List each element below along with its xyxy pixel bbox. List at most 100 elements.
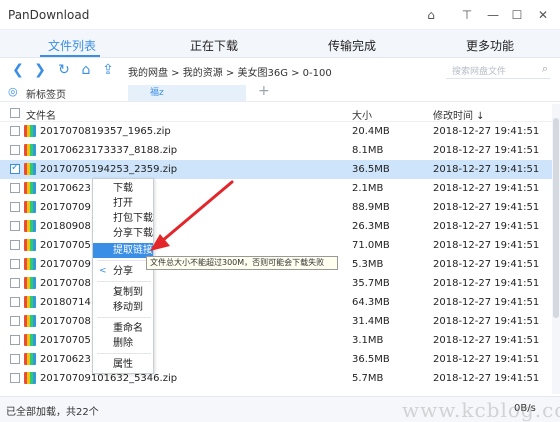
menu-item-move-to[interactable]: 移动到 (93, 300, 153, 315)
file-date: 2018-12-27 19:41:51 (433, 145, 540, 156)
menu-item-open[interactable]: 打开 (93, 196, 153, 211)
home-icon[interactable]: ⌂ (78, 62, 94, 78)
row-checkbox[interactable] (10, 162, 20, 174)
table-row[interactable]: 2017070819 31.4MB 2018-12-27 19:41:51 (0, 312, 552, 331)
table-row[interactable]: 2018071418 64.3MB 2018-12-27 19:41:51 (0, 293, 552, 312)
file-date: 2018-12-27 19:41:51 (433, 126, 540, 137)
zip-file-icon (24, 125, 36, 137)
zip-file-icon (24, 334, 36, 346)
upload-icon[interactable]: ⇪ (100, 62, 116, 78)
column-date[interactable]: 修改时间 ↓ (433, 107, 485, 122)
current-tab-label: 福z (150, 88, 164, 98)
file-size: 8.1MB (352, 145, 384, 156)
new-tab-label[interactable]: 新标签页 (26, 86, 66, 101)
menu-item-share[interactable]: 分享 (93, 264, 153, 279)
menu-item-rename[interactable]: 重命名 (93, 321, 153, 336)
zip-file-icon (24, 372, 36, 384)
table-row[interactable]: 20170623173337_8188.zip 8.1MB 2018-12-27… (0, 141, 552, 160)
table-row[interactable]: 2017070819 35.7MB 2018-12-27 19:41:51 (0, 274, 552, 293)
tab-completed[interactable]: 传输完成 (328, 37, 376, 54)
file-date: 2018-12-27 19:41:51 (433, 221, 540, 232)
table-row[interactable]: 2017062317 36.5MB 2018-12-27 19:41:51 (0, 350, 552, 369)
file-name: 20170709101632_5346.zip (40, 373, 178, 384)
file-size: 5.7MB (352, 373, 384, 384)
zip-file-icon (24, 296, 36, 308)
zip-file-icon (24, 277, 36, 289)
current-page-tab[interactable]: 福z (128, 85, 246, 101)
file-size: 35.7MB (352, 278, 390, 289)
row-checkbox[interactable] (10, 221, 20, 231)
column-size[interactable]: 大小 (352, 107, 372, 122)
table-row[interactable]: 2018090819 26.3MB 2018-12-27 19:41:51 (0, 217, 552, 236)
table-row[interactable]: 2017062317 2.1MB 2018-12-27 19:41:51 (0, 179, 552, 198)
zip-file-icon (24, 353, 36, 365)
file-date: 2018-12-27 19:41:51 (433, 335, 540, 346)
menu-item-share-download[interactable]: 分享下载 (93, 226, 153, 241)
select-all-checkbox[interactable] (10, 108, 20, 118)
file-list-header: 文件名 大小 修改时间 ↓ (0, 104, 552, 122)
file-size: 2.1MB (352, 183, 384, 194)
zip-file-icon (24, 239, 36, 251)
file-date: 2018-12-27 19:41:51 (433, 373, 540, 384)
menu-item-delete[interactable]: 删除 (93, 336, 153, 351)
zip-file-icon (24, 182, 36, 194)
table-row[interactable]: 2017070910 88.9MB 2018-12-27 19:41:51 (0, 198, 552, 217)
menu-item-pack-download[interactable]: 打包下载 (93, 211, 153, 226)
menu-separator (97, 353, 151, 354)
scrollbar-thumb[interactable] (553, 118, 559, 318)
close-button[interactable]: ✕ (534, 6, 552, 24)
row-checkbox[interactable] (10, 126, 20, 136)
app-title: PanDownload (8, 8, 90, 22)
menu-item-copy-to[interactable]: 复制到 (93, 285, 153, 300)
toolbar: ❮ ❯ ↻ ⌂ ⇪ 我的网盘 > 我的资源 > 美女图36G > 0-100 搜… (0, 58, 560, 82)
row-checkbox[interactable] (10, 259, 20, 269)
table-row[interactable]: 20170709101632_5346.zip 5.7MB 2018-12-27… (0, 369, 552, 388)
file-name: 20170708193​57_1965.zip (40, 126, 171, 137)
file-date: 2018-12-27 19:41:51 (433, 183, 540, 194)
file-date: 2018-12-27 19:41:51 (433, 240, 540, 251)
row-checkbox[interactable] (10, 202, 20, 212)
minimize-button[interactable]: — (484, 6, 502, 24)
refresh-icon[interactable]: ↻ (56, 62, 72, 78)
search-input[interactable]: 搜索网盘文件 ⌕ (446, 61, 550, 79)
title-bar: PanDownload ⌂ ⊤ — ☐ ✕ (0, 0, 560, 30)
menu-item-properties[interactable]: 属性 (93, 357, 153, 372)
tab-file-list[interactable]: 文件列表 (48, 37, 96, 54)
forward-arrow-icon[interactable]: ❯ (32, 62, 48, 78)
file-size: 31.4MB (352, 316, 390, 327)
table-row[interactable]: 2017070519 71.0MB 2018-12-27 19:41:51 (0, 236, 552, 255)
row-checkbox[interactable] (10, 354, 20, 364)
pin-icon[interactable]: ⊤ (458, 6, 476, 24)
tab-downloading[interactable]: 正在下载 (190, 37, 238, 54)
table-row-selected[interactable]: 20170705194253_2359.zip 36.5MB 2018-12-2… (0, 160, 552, 179)
table-row[interactable]: 20170708193​57_1965.zip 20.4MB 2018-12-2… (0, 122, 552, 141)
tab-more-features[interactable]: 更多功能 (466, 37, 514, 54)
menu-separator (97, 317, 151, 318)
file-name: 20170623173337_8188.zip (40, 145, 178, 156)
maximize-button[interactable]: ☐ (508, 6, 526, 24)
skin-icon[interactable]: ⌂ (422, 6, 440, 24)
row-checkbox[interactable] (10, 316, 20, 326)
breadcrumb[interactable]: 我的网盘 > 我的资源 > 美女图36G > 0-100 (128, 64, 332, 79)
row-checkbox[interactable] (10, 240, 20, 250)
file-date: 2018-12-27 19:41:51 (433, 316, 540, 327)
row-checkbox[interactable] (10, 335, 20, 345)
search-icon[interactable]: ⌕ (542, 62, 548, 76)
add-tab-button[interactable]: + (258, 83, 270, 99)
menu-item-download[interactable]: 下载 (93, 181, 153, 196)
row-checkbox[interactable] (10, 297, 20, 307)
new-tab-icon[interactable]: ◎ (8, 85, 18, 98)
file-size: 36.5MB (352, 354, 390, 365)
row-checkbox[interactable] (10, 183, 20, 193)
file-size: 36.5MB (352, 164, 390, 175)
back-arrow-icon[interactable]: ❮ (10, 62, 26, 78)
row-checkbox[interactable] (10, 145, 20, 155)
table-row[interactable]: 2017070519 3.1MB 2018-12-27 19:41:51 (0, 331, 552, 350)
column-name[interactable]: 文件名 (26, 107, 56, 122)
file-size: 64.3MB (352, 297, 390, 308)
menu-item-extract-link[interactable]: 提取链接 (93, 243, 153, 258)
row-checkbox[interactable] (10, 278, 20, 288)
menu-separator (97, 260, 151, 261)
row-checkbox[interactable] (10, 373, 20, 383)
search-placeholder: 搜索网盘文件 (452, 67, 507, 77)
